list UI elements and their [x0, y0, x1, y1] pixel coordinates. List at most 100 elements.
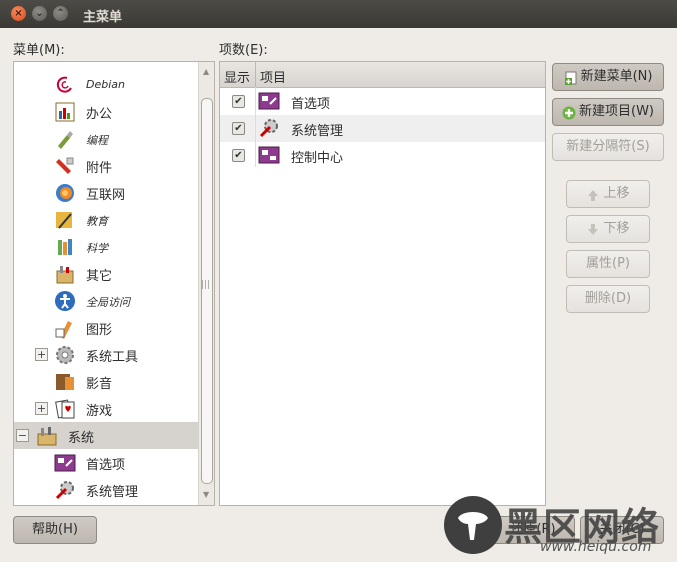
administration-icon — [54, 479, 76, 501]
menu-tree-item[interactable]: 全局访问 — [14, 287, 198, 314]
menu-tree-item-label: 办公 — [86, 107, 113, 122]
menu-tree-item-label: 系统工具 — [86, 350, 139, 365]
menu-tree-item-label: 教育 — [86, 215, 108, 228]
menu-tree-item[interactable]: 互联网 — [14, 179, 198, 206]
menu-tree-item-label: 系统 — [68, 431, 95, 446]
window-title: 主菜单 — [83, 10, 123, 25]
education-icon — [54, 209, 76, 231]
other-icon — [54, 263, 76, 285]
games-icon — [54, 398, 76, 420]
system-icon — [36, 425, 58, 447]
items-list-row[interactable]: ✔ 首选项 — [220, 88, 545, 115]
menu-tree-item-label: 科学 — [86, 242, 108, 255]
menu-tree-item[interactable]: 图形 — [14, 314, 198, 341]
show-checkbox[interactable]: ✔ — [232, 122, 245, 135]
new-menu-label: 新建菜单(N) — [580, 69, 653, 84]
menu-tree-item-label: 附件 — [86, 161, 113, 176]
menu-tree-item[interactable]: 其它 — [14, 260, 198, 287]
office-icon — [54, 101, 76, 123]
scroll-down-arrow-icon[interactable]: ▼ — [203, 490, 209, 499]
preferences-icon — [54, 452, 76, 474]
items-list-header: 显示 项目 — [220, 62, 545, 88]
menu-tree-item-label: Debian — [86, 78, 125, 91]
menu-tree-item[interactable]: − 系统 — [14, 422, 198, 449]
minimize-window-icon[interactable]: ⌄ — [32, 6, 47, 21]
new-item-button[interactable]: 新建项目(W) — [552, 98, 664, 126]
column-header-item[interactable]: 项目 — [260, 67, 286, 86]
menu-tree-item-label: 其它 — [86, 269, 113, 284]
arrow-up-icon — [586, 186, 600, 201]
close-window-icon[interactable]: × — [11, 6, 26, 21]
administration-icon — [258, 117, 282, 139]
move-up-label: 上移 — [603, 186, 630, 201]
new-menu-button[interactable]: 新建菜单(N) — [552, 63, 664, 91]
properties-button[interactable]: 属性(P) — [566, 250, 650, 278]
column-header-show[interactable]: 显示 — [224, 67, 250, 86]
items-list-row-label: 控制中心 — [291, 151, 344, 166]
science-icon — [54, 236, 76, 258]
menu-tree-item-label: 首选项 — [86, 458, 126, 473]
move-down-label: 下移 — [603, 221, 630, 236]
items-list-row-label: 系统管理 — [291, 124, 344, 139]
title-bar: × ⌄ ⌃ 主菜单 — [0, 0, 677, 28]
add-icon — [562, 104, 576, 119]
arrow-down-icon — [586, 221, 600, 235]
internet-icon — [54, 182, 76, 204]
debian-icon — [54, 74, 76, 96]
scroll-up-arrow-icon[interactable]: ▲ — [203, 67, 209, 76]
show-checkbox[interactable]: ✔ — [232, 149, 245, 162]
multimedia-icon — [54, 371, 76, 393]
watermark-url: www.heiqu.com — [540, 539, 652, 555]
system-tools-icon — [54, 344, 76, 366]
items-label: 项数(E): — [219, 43, 268, 58]
graphics-icon — [54, 317, 76, 339]
items-list-row-label: 首选项 — [291, 97, 331, 112]
main-menu-window: × ⌄ ⌃ 主菜单 菜单(M): 项数(E): Debian 办公编程附件互联网教… — [0, 0, 677, 562]
menu-tree-item-label: 编程 — [86, 134, 108, 147]
menu-tree-item-label: 互联网 — [86, 188, 126, 203]
tree-expander-icon[interactable]: + — [35, 402, 48, 415]
control-center-icon — [258, 144, 282, 166]
column-divider — [255, 87, 256, 167]
scrollbar-thumb[interactable] — [201, 98, 213, 484]
menu-tree[interactable]: Debian 办公编程附件互联网教育科学其它全局访问图形 + 系统工具影音 + 游戏 − 系统… — [13, 61, 215, 506]
menu-tree-item[interactable]: Debian — [14, 71, 198, 98]
items-list-row[interactable]: ✔ 系统管理 — [220, 115, 545, 142]
new-separator-button[interactable]: 新建分隔符(S) — [552, 133, 664, 161]
tree-expander-icon[interactable]: − — [16, 429, 29, 442]
menu-tree-item-label: 全局访问 — [86, 296, 130, 309]
new-item-label: 新建项目(W) — [579, 104, 654, 119]
new-menu-icon — [564, 69, 578, 85]
menu-tree-item[interactable]: 系统管理 — [14, 476, 198, 503]
menu-tree-item[interactable]: 办公 — [14, 98, 198, 125]
accessibility-icon — [54, 290, 76, 312]
maximize-window-icon[interactable]: ⌃ — [53, 6, 68, 21]
menu-tree-item[interactable]: 影音 — [14, 368, 198, 395]
preferences-icon — [258, 90, 282, 112]
menu-tree-item-label: 游戏 — [86, 404, 113, 419]
programming-icon — [54, 128, 76, 150]
tree-expander-icon[interactable]: + — [35, 348, 48, 361]
watermark: 黑区网络 www.heiqu.com — [444, 494, 677, 562]
menu-tree-item[interactable]: 教育 — [14, 206, 198, 233]
menu-tree-item-label: 系统管理 — [86, 485, 139, 500]
menu-tree-item[interactable]: + 游戏 — [14, 395, 198, 422]
move-down-button[interactable]: 下移 — [566, 215, 650, 243]
show-checkbox[interactable]: ✔ — [232, 95, 245, 108]
items-list-row[interactable]: ✔ 控制中心 — [220, 142, 545, 169]
accessories-icon — [54, 155, 76, 177]
help-button[interactable]: 帮助(H) — [13, 516, 97, 544]
delete-button[interactable]: 删除(D) — [566, 285, 650, 313]
items-list[interactable]: 显示 项目 ✔ 首选项 ✔ 系统管理 ✔ 控制中心 — [219, 61, 546, 506]
menus-label: 菜单(M): — [13, 43, 65, 58]
move-up-button[interactable]: 上移 — [566, 180, 650, 208]
watermark-logo-icon — [444, 496, 502, 554]
menu-tree-item[interactable]: 首选项 — [14, 449, 198, 476]
menu-tree-item[interactable]: 编程 — [14, 125, 198, 152]
menu-tree-item[interactable]: 科学 — [14, 233, 198, 260]
menu-tree-item[interactable]: 附件 — [14, 152, 198, 179]
menu-tree-item[interactable]: + 系统工具 — [14, 341, 198, 368]
pane-splitter[interactable]: ||| — [201, 280, 210, 290]
menu-tree-item-label: 影音 — [86, 377, 113, 392]
menu-tree-item-label: 图形 — [86, 323, 113, 338]
